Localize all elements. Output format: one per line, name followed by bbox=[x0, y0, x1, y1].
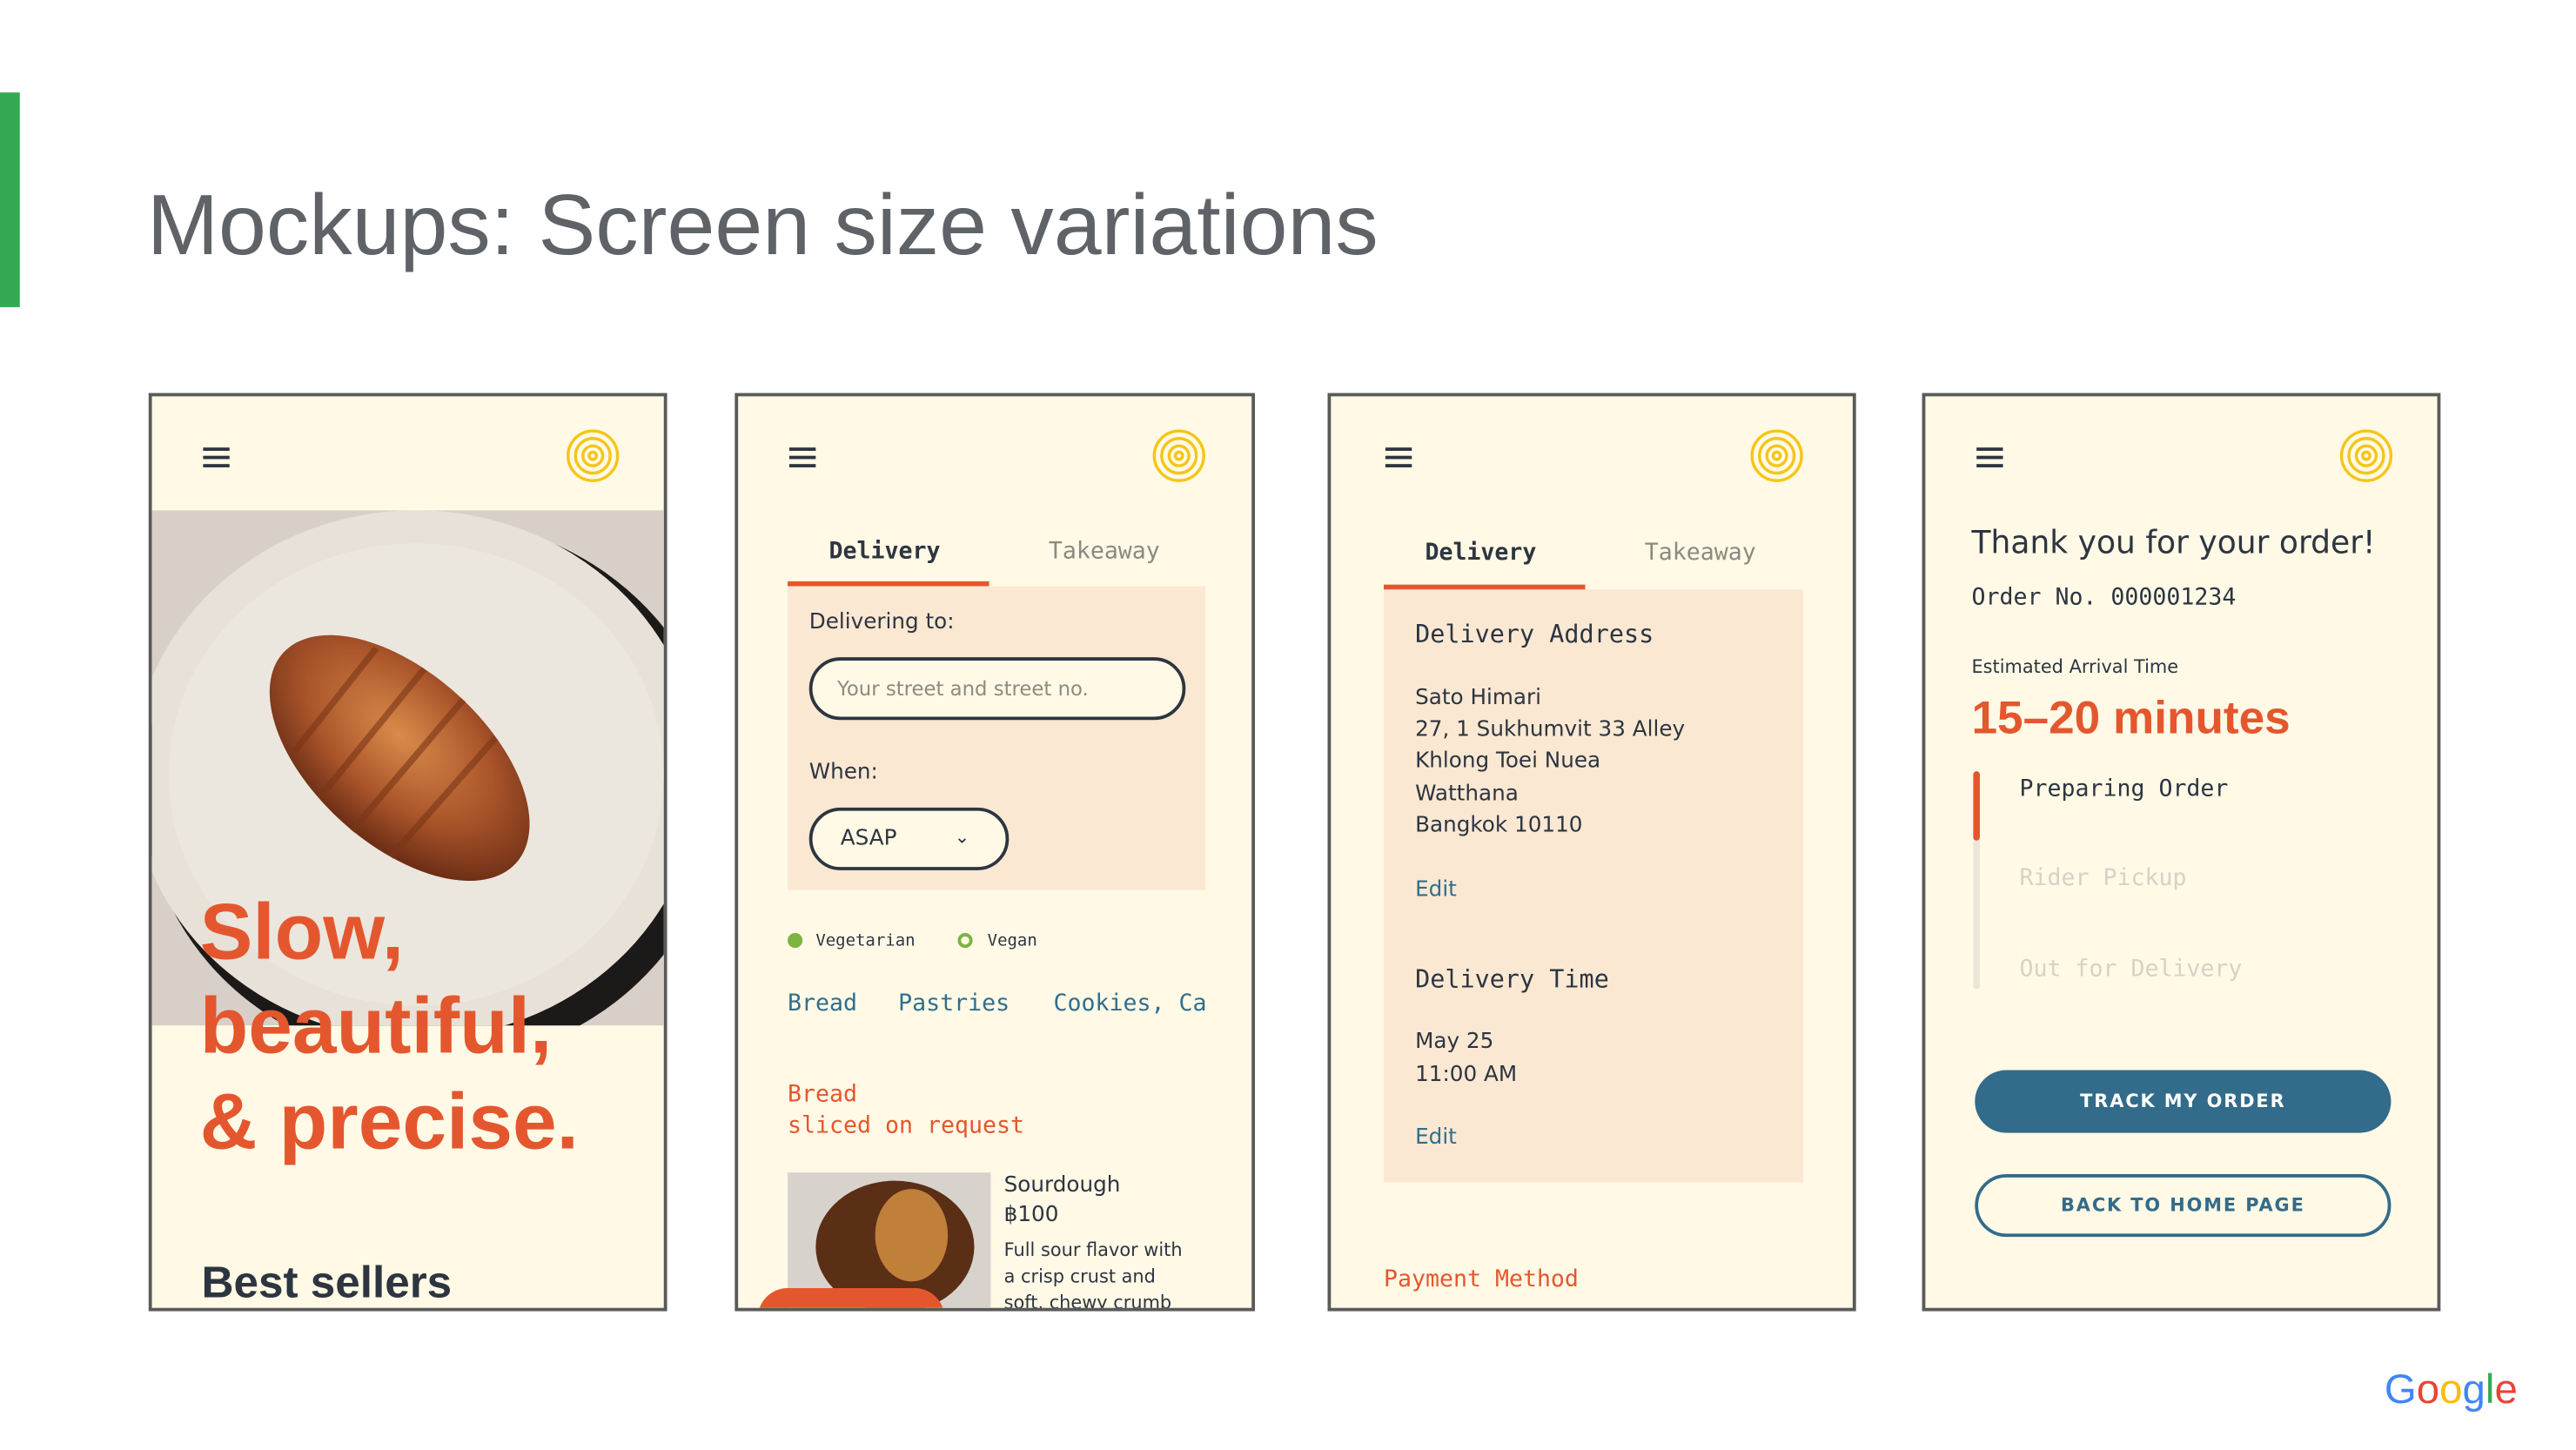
edit-address-link[interactable]: Edit bbox=[1415, 877, 1457, 902]
back-home-label: BACK TO HOME PAGE bbox=[2060, 1194, 2305, 1217]
when-value: ASAP bbox=[840, 826, 897, 852]
address-line: Sato Himari bbox=[1415, 686, 1541, 711]
tab-takeaway[interactable]: Takeaway bbox=[1049, 539, 1160, 565]
category-tab-cookies[interactable]: Cookies, Ca bbox=[1054, 990, 1207, 1017]
track-order-label: TRACK MY ORDER bbox=[2080, 1091, 2286, 1112]
legend-vegetarian: Vegetarian bbox=[815, 932, 916, 950]
best-sellers-heading: Best sellers bbox=[201, 1257, 453, 1307]
slide-title: Mockups: Screen size variations bbox=[146, 178, 1379, 274]
eta-label: Estimated Arrival Time bbox=[1971, 656, 2179, 678]
step-out-for-delivery: Out for Delivery bbox=[2019, 956, 2243, 983]
back-home-button[interactable]: BACK TO HOME PAGE bbox=[1975, 1174, 2392, 1238]
phone-mockup-confirmation: Thank you for your order! Order No. 0000… bbox=[1922, 393, 2441, 1312]
track-order-button[interactable]: TRACK MY ORDER bbox=[1975, 1070, 2392, 1133]
address-placeholder: Your street and street no. bbox=[836, 676, 1089, 701]
delivery-date: May 25 bbox=[1415, 1030, 1494, 1055]
address-input[interactable]: Your street and street no. bbox=[808, 657, 1186, 721]
delivering-to-label: Delivering to: bbox=[808, 610, 955, 635]
product-description-3: soft, chewy crumb bbox=[1003, 1292, 1172, 1312]
vegetarian-dot-icon bbox=[788, 933, 803, 949]
delivery-address-heading: Delivery Address bbox=[1415, 619, 1654, 649]
google-logo: Google bbox=[2384, 1366, 2518, 1413]
eta-value: 15–20 minutes bbox=[1971, 692, 2291, 743]
hamburger-icon[interactable] bbox=[1976, 447, 2003, 467]
product-price: ฿100 bbox=[1003, 1203, 1059, 1228]
edit-time-link[interactable]: Edit bbox=[1415, 1125, 1457, 1150]
logo-icon bbox=[2339, 429, 2393, 482]
when-label: When: bbox=[808, 760, 878, 786]
phone-mockup-menu: Delivery Takeaway Delivering to: Your st… bbox=[735, 393, 1256, 1312]
step-preparing-order: Preparing Order bbox=[2019, 775, 2229, 803]
thank-you-heading: Thank you for your order! bbox=[1971, 525, 2376, 562]
address-line: Bangkok 10110 bbox=[1415, 813, 1583, 838]
address-line: Khlong Toei Nuea bbox=[1415, 748, 1601, 774]
product-description-2: a crisp crust and bbox=[1003, 1265, 1156, 1288]
hamburger-icon[interactable] bbox=[1385, 447, 1412, 467]
chevron-down-icon: ⌄ bbox=[954, 826, 970, 849]
accent-bar bbox=[0, 92, 20, 307]
section-title-bread: Bread bbox=[788, 1081, 858, 1109]
cart-button[interactable] bbox=[757, 1287, 945, 1308]
tab-delivery[interactable]: Delivery bbox=[1425, 540, 1536, 566]
category-tab-bread[interactable]: Bread bbox=[788, 990, 857, 1017]
headline-line-1: Slow, bbox=[199, 889, 405, 977]
logo-icon bbox=[1152, 429, 1205, 482]
category-tab-pastries[interactable]: Pastries bbox=[898, 990, 1010, 1017]
tab-takeaway[interactable]: Takeaway bbox=[1645, 540, 1756, 566]
headline-line-3: & precise. bbox=[199, 1078, 579, 1167]
legend-vegan: Vegan bbox=[987, 932, 1037, 950]
tab-delivery[interactable]: Delivery bbox=[828, 539, 940, 565]
hamburger-icon[interactable] bbox=[203, 447, 230, 467]
progress-fill bbox=[1973, 771, 1980, 841]
when-select[interactable]: ASAP ⌄ bbox=[808, 807, 1010, 870]
phone-mockup-home: Slow, beautiful, & precise. Best sellers bbox=[148, 393, 667, 1312]
phone-mockup-checkout: Delivery Takeaway Delivery Address Sato … bbox=[1327, 393, 1856, 1312]
order-number: Order No. 000001234 bbox=[1971, 584, 2237, 612]
product-name: Sourdough bbox=[1003, 1173, 1121, 1198]
delivery-time-heading: Delivery Time bbox=[1415, 964, 1609, 995]
step-rider-pickup: Rider Pickup bbox=[2019, 865, 2187, 892]
headline-line-2: beautiful, bbox=[199, 983, 553, 1071]
logo-icon bbox=[1750, 429, 1803, 482]
logo-icon bbox=[566, 429, 620, 482]
payment-method-heading: Payment Method bbox=[1384, 1266, 1579, 1293]
address-line: Watthana bbox=[1415, 782, 1519, 807]
address-line: 27, 1 Sukhumvit 33 Alley bbox=[1415, 717, 1686, 742]
delivery-time: 11:00 AM bbox=[1415, 1062, 1518, 1088]
vegan-ring-icon bbox=[957, 933, 973, 949]
hamburger-icon[interactable] bbox=[788, 447, 816, 467]
product-description-1: Full sour flavor with bbox=[1003, 1239, 1183, 1261]
section-subtitle: sliced on request bbox=[788, 1112, 1024, 1140]
